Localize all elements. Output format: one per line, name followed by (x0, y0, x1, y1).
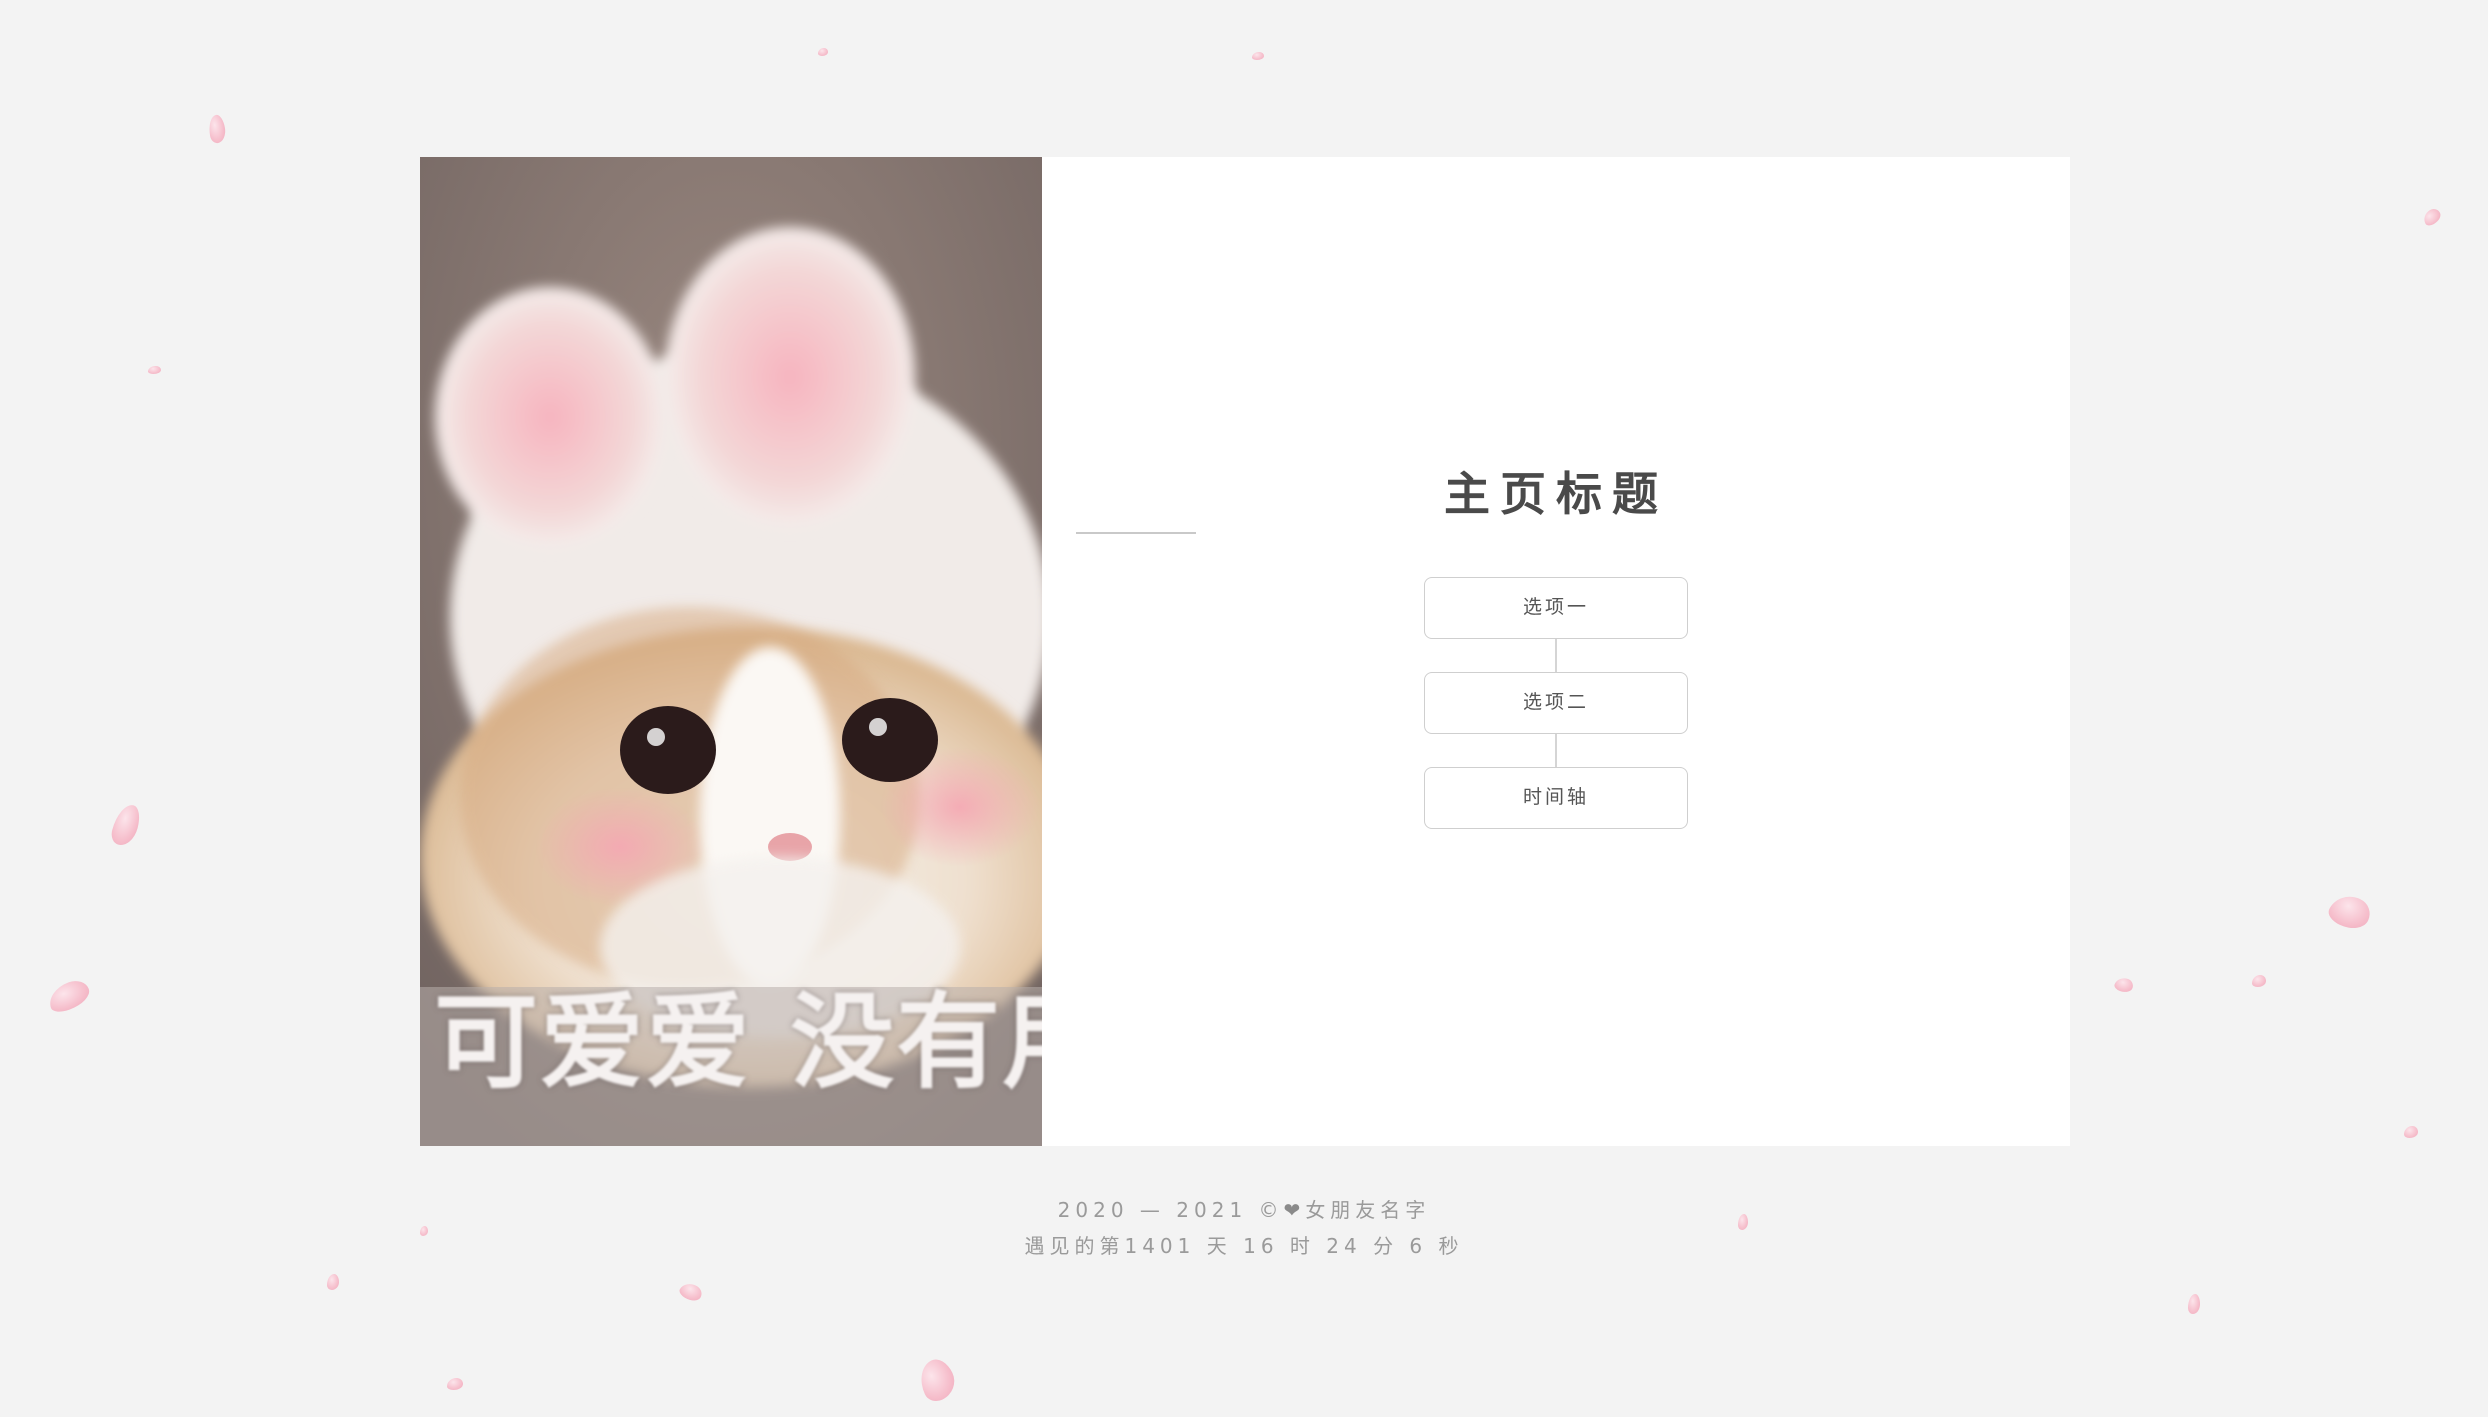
petal (2404, 1126, 2418, 1138)
petal (2113, 975, 2135, 995)
petal (44, 976, 94, 1016)
petal (677, 1279, 705, 1305)
footer-copyright: 2020 — 2021 ©❤女朋友名字 (0, 1192, 2488, 1228)
heart-icon: ❤ (1283, 1198, 1306, 1222)
petal (327, 1274, 339, 1290)
petal (1252, 52, 1264, 60)
petal (2325, 889, 2375, 935)
page-background: 可爱爱 没有用 主页标题 选项一 选项二 时间轴 2020 — 2021 ©❤女… (0, 0, 2488, 1417)
menu-button-option-two[interactable]: 选项二 (1424, 672, 1688, 734)
footer-name: 女朋友名字 (1305, 1198, 1431, 1222)
footer-counter: 遇见的第1401 天 16 时 24 分 6 秒 (1024, 1234, 1464, 1258)
petal (2252, 975, 2266, 987)
petal (818, 48, 828, 56)
petal (108, 801, 144, 849)
main-card: 可爱爱 没有用 (420, 157, 2070, 1146)
footer-years: 2020 — 2021 © (1057, 1198, 1284, 1222)
title-divider (1076, 532, 1196, 534)
menu-connector (1555, 639, 1557, 672)
page-title: 主页标题 (1444, 467, 1668, 521)
petal (2420, 206, 2444, 228)
menu-button-option-one[interactable]: 选项一 (1424, 577, 1688, 639)
petal (206, 113, 228, 145)
cat-photo: 可爱爱 没有用 (420, 157, 1042, 1146)
petal (913, 1354, 961, 1406)
petal (447, 1378, 463, 1390)
menu-button-timeline[interactable]: 时间轴 (1424, 767, 1688, 829)
menu-connector (1555, 734, 1557, 767)
main-menu: 选项一 选项二 时间轴 (1424, 577, 1688, 829)
photo-caption: 可爱爱 没有用 (434, 981, 1042, 1103)
footer: 2020 — 2021 ©❤女朋友名字 遇见的第1401 天 16 时 24 分… (0, 1192, 2488, 1264)
petal (2188, 1294, 2200, 1314)
petal (148, 366, 161, 374)
